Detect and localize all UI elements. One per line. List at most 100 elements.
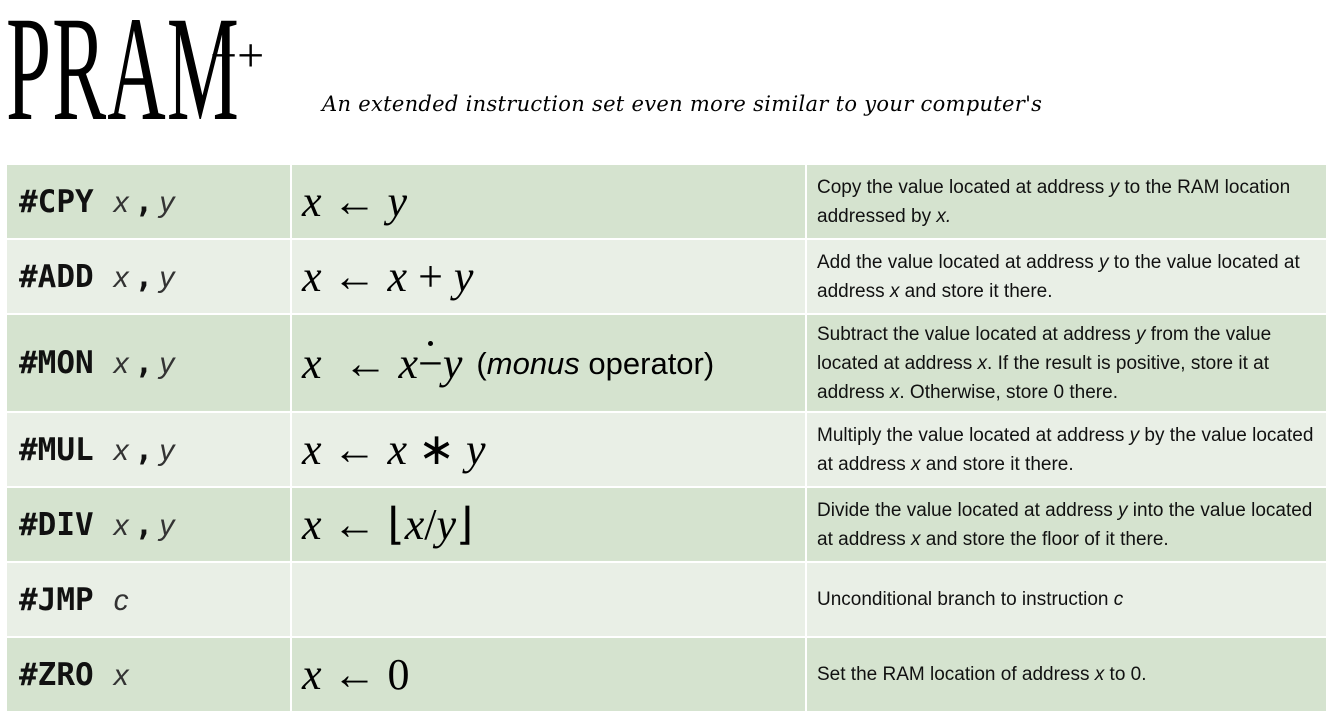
arg-separator: , [134, 183, 154, 220]
semantic-term: x [302, 425, 322, 474]
assign-arrow: ← [332, 500, 377, 549]
description-cell: Multiply the value located at address y … [807, 413, 1326, 486]
semantics-expression: x ← 0 [302, 650, 410, 699]
description-segment: x [889, 381, 900, 403]
description-segment: x [911, 528, 921, 550]
opcode-cell: #ZRO x [7, 638, 290, 711]
description-text: Unconditional branch to instruction c [817, 585, 1320, 614]
note-paren: ( [476, 345, 487, 381]
opcode-name: #ZRO [19, 656, 94, 693]
floor-bracket-left: ⌊ [387, 500, 405, 549]
semantic-term: x [404, 500, 425, 549]
semantics-expression: x ← x−y (monus operator) [302, 339, 714, 388]
description-segment: to 0. [1104, 664, 1147, 685]
description-text: Set the RAM location of address x to 0. [817, 660, 1320, 689]
description-segment: . Otherwise, store 0 there. [899, 381, 1118, 403]
semantic-term: y [442, 338, 463, 388]
description-segment: y [1118, 499, 1128, 521]
semantic-term: x [302, 177, 322, 226]
semantics-expression: x ← ⌊x/y⌋ [302, 500, 473, 549]
table-row-mul: #MUL x, y x ← x ∗ y Multiply the value loc… [7, 413, 1326, 486]
opcode-arg: x [113, 185, 129, 219]
semantic-term: y [453, 252, 474, 301]
semantic-term: x [387, 425, 408, 474]
semantic-term: x [302, 500, 322, 549]
description-cell: Copy the value located at address y to t… [807, 165, 1326, 238]
semantics-cell [292, 563, 805, 636]
note-term: monus [486, 345, 580, 381]
arg-separator: , [134, 258, 154, 295]
opcode-cell: #MON x, y [7, 315, 290, 411]
semantics-cell: x ← 0 [292, 638, 805, 711]
semantic-term: y [436, 500, 456, 549]
description-text: Add the value located at address y to th… [817, 248, 1320, 306]
semantics-cell: x ← ⌊x/y⌋ [292, 488, 805, 561]
description-text: Divide the value located at address y in… [817, 496, 1320, 554]
page-subtitle: An extended instruction set even more si… [322, 92, 1043, 116]
opcode-arg: x [113, 433, 129, 467]
semantics-expression: x ← x + y [302, 252, 473, 301]
table-row-jmp: #JMP c Unconditional branch to instructio… [7, 563, 1326, 636]
description-segment: x [1094, 664, 1105, 685]
operator-note: (monus operator) [476, 346, 714, 381]
description-cell: Divide the value located at address y in… [807, 488, 1326, 561]
arg-separator: , [134, 431, 154, 468]
opcode-arg: y [159, 508, 175, 542]
description-cell: Unconditional branch to instruction c [807, 563, 1326, 636]
description-segment: and store the floor of it there. [920, 528, 1169, 550]
description-text: Copy the value located at address y to t… [817, 173, 1320, 231]
opcode-arg: x [113, 658, 129, 692]
description-cell: Subtract the value located at address y … [807, 315, 1326, 411]
arg-separator: , [134, 345, 154, 381]
opcode-arg: x [113, 260, 129, 294]
page-title: PRAM [6, 0, 240, 152]
note-rest: operator) [579, 345, 715, 381]
description-cell: Set the RAM location of address x to 0. [807, 638, 1326, 711]
description-segment: Multiply the value located at address [817, 424, 1130, 446]
description-segment: x [889, 280, 900, 302]
semantics-expression: x ← y [302, 177, 407, 226]
operator: / [424, 500, 437, 549]
opcode-name: #JMP [19, 581, 94, 618]
opcode-name: #ADD [19, 258, 94, 295]
table-row-add: #ADD x, y x ← x + y Add the value located … [7, 240, 1326, 313]
semantic-term: y [387, 177, 408, 226]
semantic-term: y [465, 425, 486, 474]
opcode-arg: y [159, 260, 175, 294]
opcode-arg: y [159, 433, 175, 467]
semantics-cell: x ← x ∗ y [292, 413, 805, 486]
opcode-name: #MON [19, 345, 94, 381]
assign-arrow: ← [332, 650, 377, 699]
floor-bracket-right: ⌋ [456, 500, 474, 549]
opcode-arg: y [159, 185, 175, 219]
description-segment: Copy the value located at address [817, 176, 1110, 198]
table-row-mon: #MON x, y x ← x−y (monus operator) Subtract… [7, 315, 1326, 411]
opcode-arg: c [113, 583, 129, 617]
description-segment: and store it there. [920, 453, 1074, 475]
semantic-term: x [302, 650, 322, 699]
opcode-arg: x [113, 347, 129, 380]
opcode-arg: x [113, 508, 129, 542]
opcode-name: #CPY [19, 183, 94, 220]
page-title-superscript: ++ [210, 29, 265, 82]
description-segment: Subtract the value located at address [817, 323, 1136, 345]
description-segment: and store it there. [899, 280, 1053, 302]
semantics-expression: x ← x ∗ y [302, 425, 485, 474]
table-row-div: #DIV x, y x ← ⌊x/y⌋ Divide the value locat… [7, 488, 1326, 561]
table-row-zro: #ZRO x x ← 0 Set the RAM location of addr… [7, 638, 1326, 711]
semantic-term: x [302, 252, 322, 301]
opcode-cell: #CPY x, y [7, 165, 290, 238]
description-cell: Add the value located at address y to th… [807, 240, 1326, 313]
description-segment: x. [936, 205, 952, 227]
semantics-cell: x ← x + y [292, 240, 805, 313]
arg-separator: , [134, 506, 154, 543]
assign-arrow: ← [343, 338, 388, 388]
opcode-cell: #DIV x, y [7, 488, 290, 561]
semantics-cell: x ← y [292, 165, 805, 238]
description-segment: Add the value located at address [817, 251, 1100, 273]
operator: + [418, 252, 443, 301]
description-segment: y [1099, 251, 1109, 273]
description-segment: y [1129, 424, 1140, 446]
description-segment: c [1113, 589, 1124, 610]
description-text: Subtract the value located at address y … [817, 320, 1320, 407]
